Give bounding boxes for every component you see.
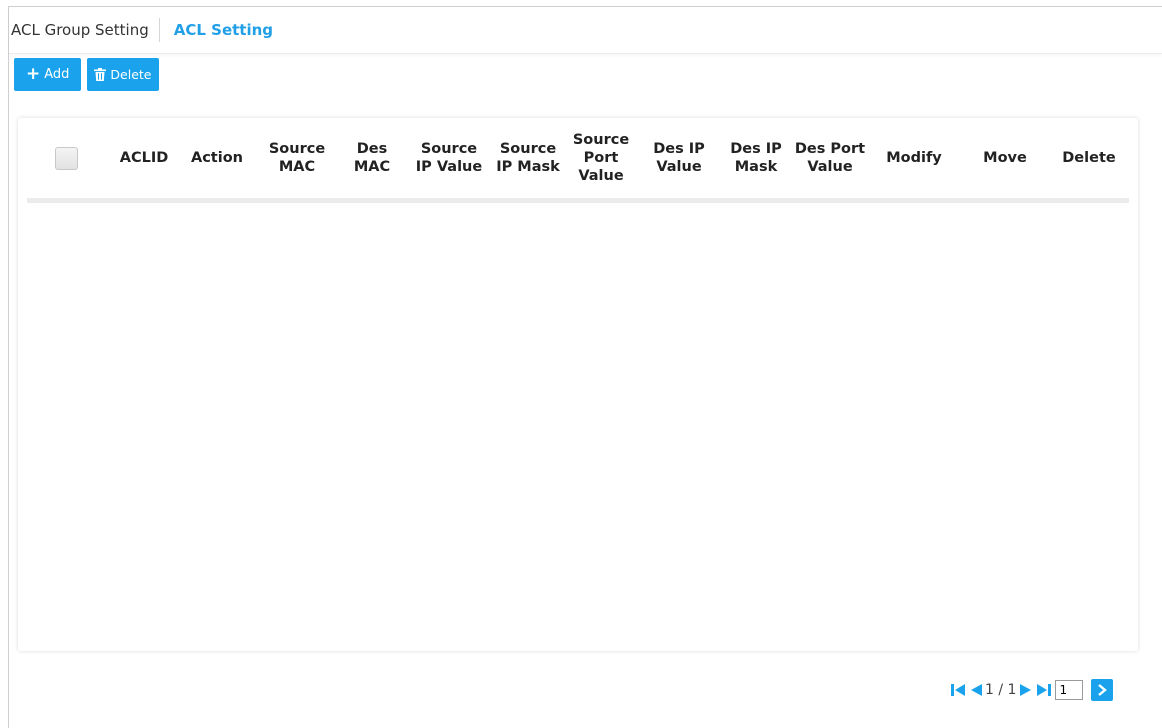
col-des-mac: Des MAC (353, 141, 391, 175)
trash-icon (94, 68, 107, 81)
col-des-ip-mask: Des IP Mask (730, 141, 782, 175)
col-source-ip-mask: Source IP Mask (496, 141, 560, 175)
acl-table-panel: ACLID Action Source MAC Des MAC Source IP V… (18, 118, 1138, 651)
col-source-ip-value: Source IP Value (415, 141, 483, 175)
pagination: 1 / 1 (950, 679, 1114, 701)
col-aclid: ACLID (119, 150, 169, 166)
col-modify: Modify (886, 150, 942, 166)
last-page-icon[interactable] (1036, 682, 1052, 698)
add-button-label: Add (44, 67, 70, 82)
tab-bar: ACL Group Setting ACL Setting (9, 7, 1162, 54)
select-all-checkbox[interactable] (54, 146, 78, 170)
col-source-port-value: Source Port Value (572, 132, 630, 184)
next-page-icon[interactable] (1018, 682, 1034, 698)
col-des-ip-value: Des IP Value (653, 141, 705, 175)
previous-page-icon[interactable] (968, 682, 984, 698)
table-header: ACLID Action Source MAC Des MAC Source IP V… (27, 118, 1129, 203)
tab-acl-group-setting[interactable]: ACL Group Setting (9, 18, 160, 42)
add-button[interactable]: + Add (14, 58, 82, 91)
plus-icon: + (26, 64, 41, 84)
col-action: Action (190, 150, 243, 166)
first-page-icon[interactable] (950, 682, 966, 698)
chevron-right-icon (1098, 684, 1108, 696)
page-number-input[interactable] (1055, 680, 1084, 700)
tab-acl-setting[interactable]: ACL Setting (160, 18, 285, 42)
table-body (27, 203, 1129, 651)
header-checkbox-cell (53, 118, 79, 198)
col-source-mac: Source MAC (268, 141, 326, 175)
delete-button-label: Delete (110, 67, 152, 82)
toolbar: + Add Delete (14, 58, 159, 91)
go-page-button[interactable] (1091, 679, 1114, 701)
delete-button[interactable]: Delete (87, 58, 159, 91)
page-indicator: 1 / 1 (985, 682, 1017, 698)
col-delete: Delete (1062, 150, 1116, 166)
col-move: Move (983, 150, 1027, 166)
col-des-port-value: Des Port Value (794, 141, 866, 175)
